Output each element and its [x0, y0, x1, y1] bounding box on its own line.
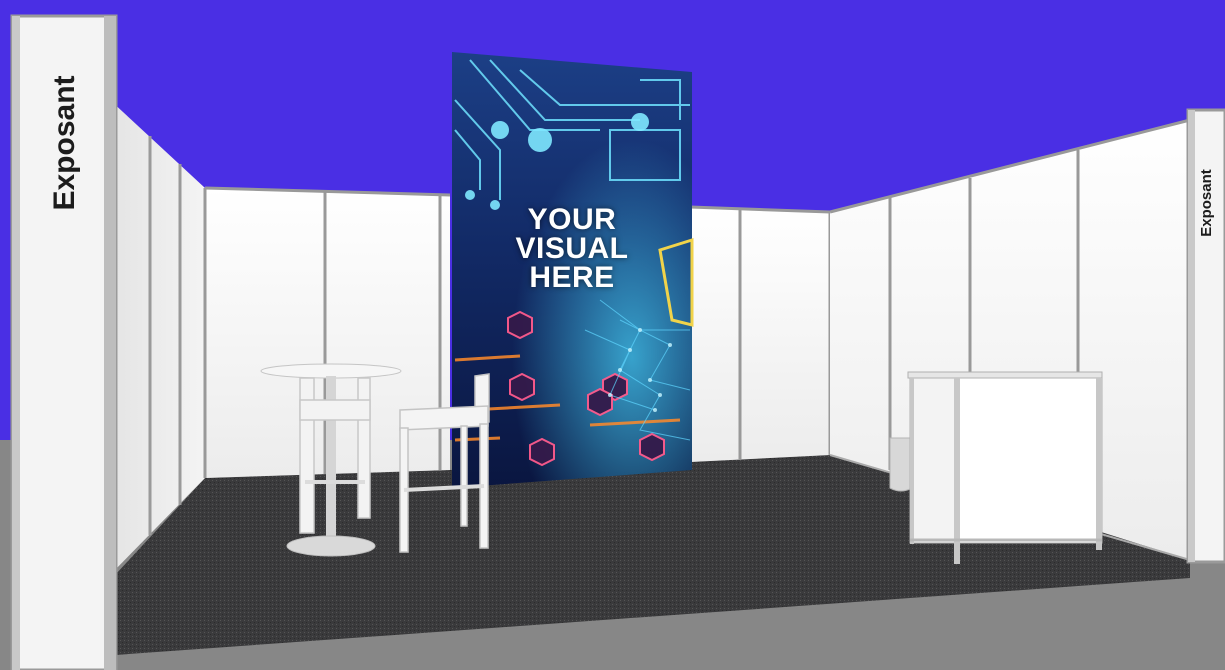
booth-illustration	[0, 14, 1225, 670]
banner-line-2: VISUAL	[515, 232, 629, 265]
bin	[889, 437, 913, 492]
exhibition-booth-render: Exposant Exposant YOUR VISUAL HERE	[0, 0, 1225, 670]
banner-line-1: YOUR	[527, 203, 617, 236]
right-fascia-label: Exposant	[1198, 169, 1215, 237]
back-wall-right	[690, 207, 830, 462]
banner-line-3: HERE	[529, 261, 615, 294]
left-fascia-label: Exposant	[48, 75, 81, 211]
banner-placeholder-text: YOUR VISUAL HERE	[452, 203, 692, 294]
reception-counter	[907, 371, 1103, 564]
